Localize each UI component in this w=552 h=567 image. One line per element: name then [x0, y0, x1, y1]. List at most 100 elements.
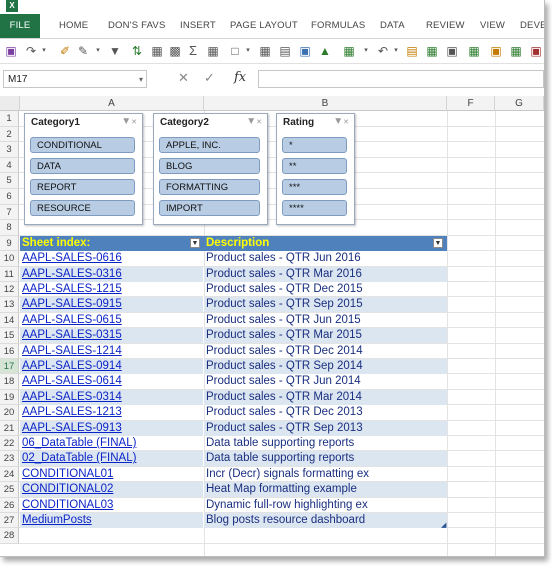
slicer-category2[interactable]: Category2 ▼​✕ APPLE, INC. BLOG FORMATTIN… — [153, 113, 268, 225]
column-header-b[interactable]: B — [204, 96, 447, 111]
redo-icon[interactable]: ↷ — [24, 43, 38, 59]
row-header[interactable]: 2 — [0, 126, 19, 143]
tab-file[interactable]: FILE — [0, 14, 40, 38]
clear-filter-icon[interactable]: ▼​✕ — [333, 116, 349, 127]
sheet-link[interactable]: AAPL-SALES-0315 — [22, 328, 122, 343]
column-header-g[interactable]: G — [495, 96, 544, 111]
sheet-link[interactable]: AAPL-SALES-0615 — [22, 313, 122, 328]
format-painter-icon[interactable]: ✐ — [58, 43, 72, 59]
tab-view[interactable]: VIEW — [480, 14, 505, 38]
slicer-item[interactable]: REPORT — [30, 179, 135, 195]
filter-icon[interactable]: ▼ — [108, 43, 122, 59]
grid-icon[interactable]: ▩ — [168, 43, 182, 59]
filter-dropdown-icon[interactable]: ▼ — [433, 238, 443, 248]
row-header[interactable]: 3 — [0, 142, 19, 158]
row-header[interactable]: 22 — [0, 436, 19, 452]
tab-review[interactable]: REVIEW — [426, 14, 465, 38]
column-header-a[interactable]: A — [20, 96, 204, 111]
slicer-item[interactable]: CONDITIONAL — [30, 137, 135, 153]
row-header[interactable]: 10 — [0, 251, 19, 267]
sheet-link[interactable]: AAPL-SALES-1215 — [22, 282, 122, 297]
dropdown-arrow-icon[interactable]: ▾ — [244, 43, 252, 59]
sort-icon[interactable]: ⇅ — [130, 43, 144, 59]
row-header[interactable]: 13 — [0, 297, 19, 313]
autosum-icon[interactable]: Σ — [186, 43, 200, 59]
sheet-link[interactable]: CONDITIONAL03 — [22, 498, 113, 513]
tab-page-layout[interactable]: PAGE LAYOUT — [230, 14, 298, 38]
sheet-link[interactable]: AAPL-SALES-0616 — [22, 251, 122, 266]
sheet-link[interactable]: AAPL-SALES-0915 — [22, 297, 122, 312]
row-header[interactable]: 1 — [0, 111, 19, 127]
table-icon[interactable]: ▦ — [150, 43, 164, 59]
sheet-link[interactable]: AAPL-SALES-0914 — [22, 359, 122, 374]
dropdown-arrow-icon[interactable]: ▾ — [94, 43, 102, 59]
excel-sheet-icon[interactable]: ▦ — [467, 43, 481, 59]
sheet-link[interactable]: AAPL-SALES-1214 — [22, 344, 122, 359]
chart-icon[interactable]: ▲ — [318, 43, 332, 59]
slicer-item[interactable]: *** — [282, 179, 347, 195]
check-icon[interactable]: ✓ — [204, 70, 215, 86]
clear-icon[interactable]: ✎ — [76, 43, 90, 59]
row-header[interactable]: 15 — [0, 328, 19, 344]
sheet-link[interactable]: CONDITIONAL02 — [22, 482, 113, 497]
row-header[interactable]: 28 — [0, 528, 19, 544]
slicer-item[interactable]: APPLE, INC. — [159, 137, 260, 153]
formula-input[interactable] — [258, 70, 544, 88]
tab-data[interactable]: DATA — [380, 14, 405, 38]
row-header[interactable]: 17 — [0, 359, 19, 375]
sheet-link[interactable]: AAPL-SALES-0316 — [22, 267, 122, 282]
row-header[interactable]: 20 — [0, 405, 19, 421]
row-header[interactable]: 24 — [0, 466, 19, 483]
sheet-link[interactable]: 06_DataTable (FINAL) — [22, 436, 136, 451]
row-header[interactable]: 9 — [0, 235, 19, 252]
slicer-category1[interactable]: Category1 ▼​✕ CONDITIONAL DATA REPORT RE… — [24, 113, 143, 225]
borders-icon[interactable]: □ — [228, 43, 242, 59]
row-header[interactable]: 14 — [0, 312, 19, 329]
row-header[interactable]: 18 — [0, 374, 19, 390]
insert-row-icon[interactable]: ▤ — [278, 43, 292, 59]
sheet-link[interactable]: AAPL-SALES-0314 — [22, 390, 122, 405]
name-box[interactable]: M17 ▾ — [3, 70, 147, 88]
row-header[interactable]: 19 — [0, 389, 19, 406]
row-header[interactable]: 5 — [0, 173, 19, 189]
calculator-icon[interactable]: ▦ — [206, 43, 220, 59]
dropdown-arrow-icon[interactable]: ▾ — [392, 43, 400, 59]
slicer-item[interactable]: FORMATTING — [159, 179, 260, 195]
sheet-link[interactable]: AAPL-SALES-0913 — [22, 421, 122, 436]
row-header[interactable]: 25 — [0, 482, 19, 498]
row-header[interactable]: 8 — [0, 220, 19, 236]
slicer-item[interactable]: IMPORT — [159, 200, 260, 216]
slicer-item[interactable]: ** — [282, 158, 347, 174]
row-header[interactable]: 21 — [0, 420, 19, 436]
folder-icon[interactable]: ▣ — [489, 43, 503, 59]
insert-function-icon[interactable]: fx — [234, 70, 246, 85]
slicer-item[interactable]: BLOG — [159, 158, 260, 174]
sheet-icon[interactable]: ▦ — [425, 43, 439, 59]
sheet-link[interactable]: MediumPosts — [22, 513, 92, 528]
chevron-down-icon[interactable]: ▾ — [139, 71, 143, 89]
save-icon[interactable]: ▣ — [4, 43, 18, 59]
sheet-link[interactable]: 02_DataTable (FINAL) — [22, 451, 136, 466]
dropdown-arrow-icon[interactable]: ▾ — [40, 43, 48, 59]
undo-icon[interactable]: ↶ — [376, 43, 390, 59]
slicer-item[interactable]: * — [282, 137, 347, 153]
sheet-link[interactable]: AAPL-SALES-1213 — [22, 405, 122, 420]
tab-insert[interactable]: INSERT — [180, 14, 216, 38]
tab-developer[interactable]: DEVE — [520, 14, 544, 38]
clear-filter-icon[interactable]: ▼​✕ — [121, 116, 137, 127]
column-header-f[interactable]: F — [447, 96, 495, 111]
table-resize-handle[interactable]: ◢ — [441, 521, 446, 529]
macro-icon[interactable]: ▣ — [529, 43, 543, 59]
row-header[interactable]: 11 — [0, 266, 19, 282]
row-header[interactable]: 7 — [0, 204, 19, 221]
tab-home[interactable]: HOME — [59, 14, 88, 38]
tab-formulas[interactable]: FORMULAS — [311, 14, 365, 38]
number-format-icon[interactable]: ▣ — [298, 43, 312, 59]
row-header[interactable]: 4 — [0, 157, 19, 174]
slicer-item[interactable]: DATA — [30, 158, 135, 174]
print-icon[interactable]: ▣ — [445, 43, 459, 59]
row-header[interactable]: 23 — [0, 451, 19, 467]
sheet-link[interactable]: AAPL-SALES-0614 — [22, 374, 122, 389]
dropdown-arrow-icon[interactable]: ▾ — [362, 43, 370, 59]
row-header[interactable]: 16 — [0, 343, 19, 359]
